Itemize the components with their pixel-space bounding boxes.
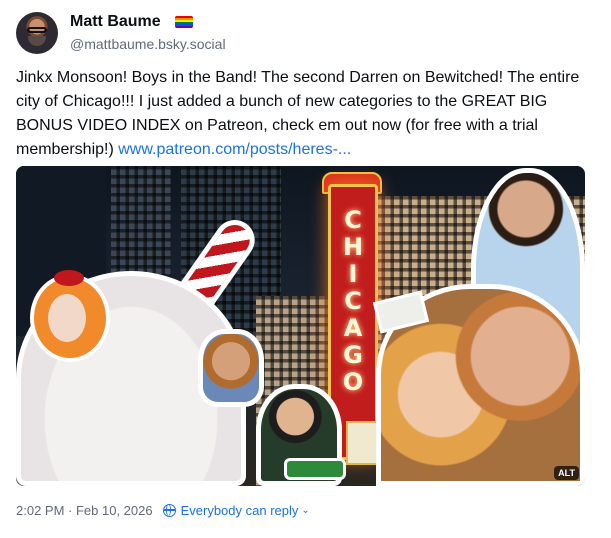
post-card: Matt Baume @mattbaume.bsky.social Jinkx … <box>0 0 611 538</box>
globe-icon <box>162 503 176 517</box>
sign-letter: C <box>344 206 362 234</box>
author-display-name[interactable]: Matt Baume <box>70 12 161 32</box>
sign-letter: G <box>343 341 363 369</box>
post-timestamp[interactable]: 2:02 PM · Feb 10, 2026 <box>16 503 153 518</box>
avatar-beard <box>28 36 46 46</box>
flag-stripe <box>175 26 193 28</box>
sign-letter: O <box>342 368 364 396</box>
bottle-cutout <box>284 458 346 480</box>
sign-letter: H <box>342 233 364 261</box>
pride-flag-icon <box>175 16 193 28</box>
reply-settings-button[interactable]: Everybody can reply ⌄ <box>162 502 310 518</box>
sign-letter: C <box>344 287 362 315</box>
avatar-glasses <box>27 27 47 33</box>
post-link[interactable]: www.patreon.com/posts/heres-... <box>118 141 351 158</box>
sign-letter: I <box>348 260 358 288</box>
alt-text-badge[interactable]: ALT <box>554 466 579 480</box>
avatar[interactable] <box>16 12 58 54</box>
post-text: Jinkx Monsoon! Boys in the Band! The sec… <box>16 66 591 162</box>
drag-queen-face <box>48 294 86 342</box>
chicago-sign-letters: CHICAGO <box>331 207 375 396</box>
chevron-down-icon: ⌄ <box>301 504 310 516</box>
post-footer: 2:02 PM · Feb 10, 2026 Everybody can rep… <box>16 501 310 519</box>
author-handle[interactable]: @mattbaume.bsky.social <box>70 35 226 53</box>
post-image[interactable]: CHICAGO ALT <box>16 166 585 486</box>
red-bow <box>54 270 84 286</box>
reply-settings-label: Everybody can reply <box>180 502 299 518</box>
sign-letter: A <box>343 314 363 342</box>
actor-boys-band-cutout <box>198 329 264 407</box>
